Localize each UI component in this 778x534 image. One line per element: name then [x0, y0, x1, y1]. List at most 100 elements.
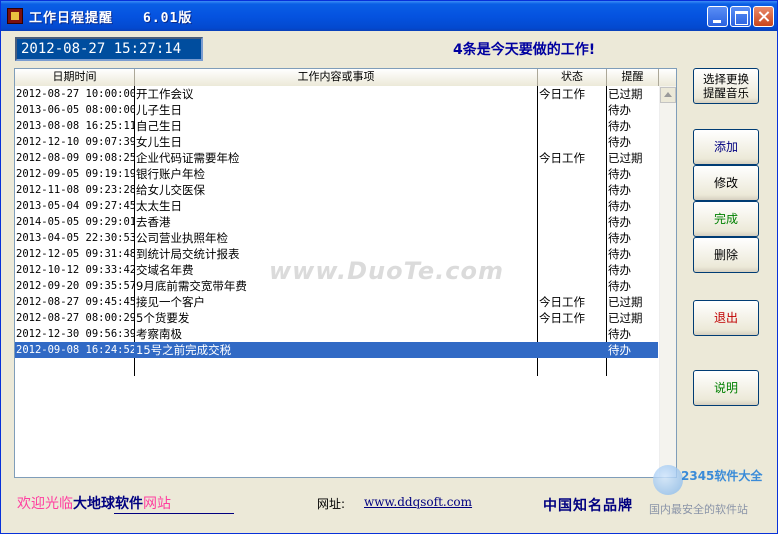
date-cell: 2012-12-30 09:56:39	[16, 328, 134, 340]
today-count-message: 4条是今天要做的工作!	[453, 42, 596, 58]
task-cell: 开工作会议	[136, 87, 194, 101]
app-window: 工作日程提醒 6.01版 2012-08-27 15:27:14 4条是今天要做…	[0, 0, 778, 534]
task-cell: 接见一个客户	[136, 295, 205, 309]
window-title: 工作日程提醒	[29, 11, 114, 26]
close-button[interactable]	[753, 6, 774, 27]
task-cell: 给女儿交医保	[136, 183, 205, 197]
date-cell: 2012-08-27 10:00:00	[16, 88, 134, 100]
music-button-line2: 提醒音乐	[703, 86, 749, 100]
welcome-suffix: 网站	[143, 496, 171, 512]
remind-cell: 待办	[608, 231, 631, 245]
date-cell: 2014-05-05 09:29:01	[16, 216, 134, 228]
remind-cell: 待办	[608, 279, 631, 293]
remind-cell: 待办	[608, 183, 631, 197]
footer-underline	[114, 513, 234, 514]
remind-cell: 待办	[608, 247, 631, 261]
window-version: 6.01版	[143, 11, 193, 26]
table-row[interactable]: 2012-09-08 16:24:52 15号之前完成交税 待办	[15, 342, 658, 358]
exit-button[interactable]: 退出	[693, 300, 759, 336]
2345-watermark: 2345软件大全 国内最安全的软件站	[649, 463, 777, 523]
task-cell: 企业代码证需要年检	[136, 151, 240, 165]
help-button[interactable]: 说明	[693, 370, 759, 406]
date-cell: 2012-10-12 09:33:42	[16, 264, 134, 276]
remind-cell: 待办	[608, 135, 631, 149]
status-cell	[539, 230, 605, 246]
date-cell: 2012-09-08 16:24:52	[16, 344, 134, 356]
remind-cell: 待办	[608, 167, 631, 181]
change-reminder-music-button[interactable]: 选择更换 提醒音乐	[693, 68, 759, 104]
add-button[interactable]: 添加	[693, 129, 759, 165]
table-row[interactable]: 2014-05-05 09:29:01 去香港 待办	[15, 214, 658, 230]
status-cell: 今日工作	[539, 87, 585, 101]
table-row[interactable]: 2012-12-30 09:56:39 考察南极 待办	[15, 326, 658, 342]
complete-button[interactable]: 完成	[693, 201, 759, 237]
table-row[interactable]: 2012-08-27 08:00:29 5个货要发 今日工作 已过期	[15, 310, 658, 326]
task-cell: 女儿生日	[136, 135, 182, 149]
status-cell	[539, 198, 605, 214]
column-header-task[interactable]: 工作内容或事项	[135, 69, 538, 86]
remind-cell: 待办	[608, 119, 631, 133]
scroll-up-icon[interactable]	[660, 87, 676, 103]
date-cell: 2012-12-05 09:31:48	[16, 248, 134, 260]
date-cell: 2013-04-05 22:30:53	[16, 232, 134, 244]
table-row[interactable]: 2013-04-05 22:30:53 公司营业执照年检 待办	[15, 230, 658, 246]
task-cell: 去香港	[136, 215, 171, 229]
status-cell	[539, 326, 605, 342]
vertical-scrollbar[interactable]	[659, 86, 676, 477]
remind-cell: 待办	[608, 103, 631, 117]
status-cell	[539, 214, 605, 230]
task-cell: 考察南极	[136, 327, 182, 341]
date-cell: 2012-09-20 09:35:57	[16, 280, 134, 292]
table-row[interactable]: 2013-08-08 16:25:11 自己生日 待办	[15, 118, 658, 134]
status-cell	[539, 246, 605, 262]
date-cell: 2012-12-10 09:07:39	[16, 136, 134, 148]
watermark-logo-icon	[653, 465, 683, 495]
column-header-status[interactable]: 状态	[538, 69, 607, 86]
table-row[interactable]: 2012-08-27 10:00:00 开工作会议 今日工作 已过期	[15, 86, 658, 102]
table-row[interactable]: 2012-09-05 09:19:19 银行账户年检 待办	[15, 166, 658, 182]
task-cell: 太太生日	[136, 199, 182, 213]
table-row[interactable]: 2013-05-04 09:27:45 太太生日 待办	[15, 198, 658, 214]
maximize-button[interactable]	[730, 6, 751, 27]
date-cell: 2013-06-05 08:00:00	[16, 104, 134, 116]
remind-cell: 已过期	[608, 87, 643, 101]
date-cell: 2013-08-08 16:25:11	[16, 120, 134, 132]
table-row[interactable]: 2012-12-10 09:07:39 女儿生日 待办	[15, 134, 658, 150]
music-button-line1: 选择更换	[703, 72, 749, 86]
minimize-button[interactable]	[707, 6, 728, 27]
remind-cell: 待办	[608, 327, 631, 341]
footer-brand: 中国知名品牌	[543, 498, 633, 514]
task-cell: 公司营业执照年检	[136, 231, 228, 245]
watermark-logo-text: 2345软件大全	[681, 469, 763, 483]
status-cell	[539, 134, 605, 150]
list-header: 日期时间 工作内容或事项 状态 提醒	[15, 69, 676, 86]
clock-display: 2012-08-27 15:27:14	[15, 37, 203, 61]
duote-watermark: www.DuoTe.com	[269, 257, 504, 285]
status-cell: 今日工作	[539, 311, 585, 325]
status-cell	[539, 102, 605, 118]
website-link[interactable]: www.ddqsoft.com	[364, 495, 472, 509]
edit-button[interactable]: 修改	[693, 165, 759, 201]
remind-cell: 已过期	[608, 311, 643, 325]
title-bar[interactable]: 工作日程提醒 6.01版	[1, 1, 777, 31]
watermark-subtitle: 国内最安全的软件站	[649, 503, 748, 516]
task-cell: 儿子生日	[136, 103, 182, 117]
date-cell: 2013-05-04 09:27:45	[16, 200, 134, 212]
table-row[interactable]: 2012-08-27 09:45:45 接见一个客户 今日工作 已过期	[15, 294, 658, 310]
task-cell: 银行账户年检	[136, 167, 205, 181]
table-row[interactable]: 2013-06-05 08:00:00 儿子生日 待办	[15, 102, 658, 118]
delete-button[interactable]: 删除	[693, 237, 759, 273]
remind-cell: 已过期	[608, 295, 643, 309]
remind-cell: 已过期	[608, 151, 643, 165]
welcome-site-name[interactable]: 大地球软件	[73, 496, 143, 512]
table-row[interactable]: 2012-08-09 09:08:25 企业代码证需要年检 今日工作 已过期	[15, 150, 658, 166]
table-row[interactable]: 2012-11-08 09:23:28 给女儿交医保 待办	[15, 182, 658, 198]
column-header-filler	[659, 69, 676, 86]
app-icon[interactable]	[7, 8, 23, 24]
column-header-remind[interactable]: 提醒	[607, 69, 659, 86]
column-header-date[interactable]: 日期时间	[15, 69, 135, 86]
status-cell	[539, 342, 605, 358]
welcome-prefix: 欢迎光临	[17, 496, 73, 512]
status-cell	[539, 278, 605, 294]
date-cell: 2012-11-08 09:23:28	[16, 184, 134, 196]
